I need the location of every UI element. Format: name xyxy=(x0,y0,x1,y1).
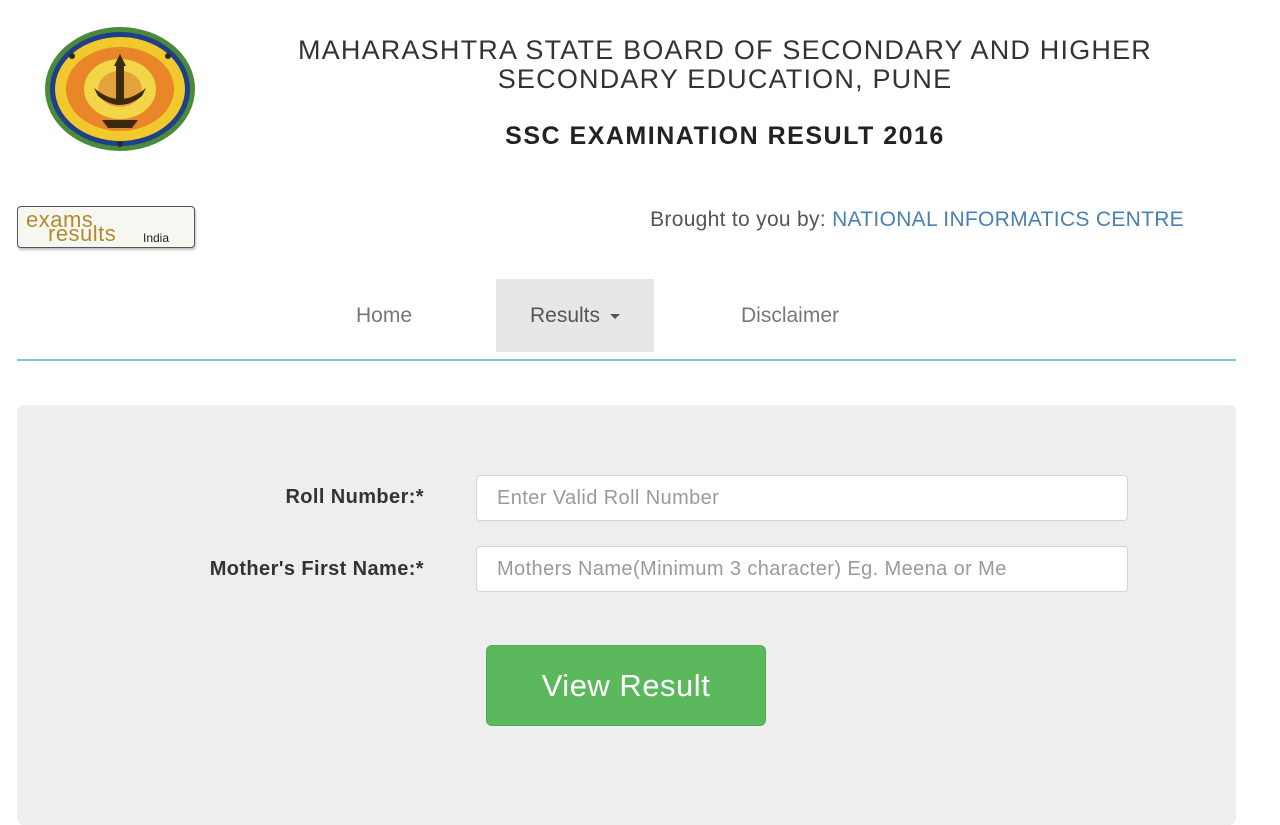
nav-results-dropdown[interactable]: Results xyxy=(496,279,654,352)
msbshse-emblem-icon xyxy=(44,26,198,156)
caret-down-icon xyxy=(610,313,621,319)
result-form-panel xyxy=(17,405,1236,825)
nav-home-label: Home xyxy=(355,304,413,327)
logo-word-results: results xyxy=(48,221,117,246)
logo-word-india: India xyxy=(143,231,170,245)
exam-title: SSC EXAMINATION RESULT 2016 xyxy=(505,122,945,150)
mother-name-label: Mother's First Name:* xyxy=(209,558,424,580)
credit-line: Brought to you by: NATIONAL INFORMATICS … xyxy=(420,208,1184,232)
nav-disclaimer-label: Disclaimer xyxy=(740,304,839,327)
view-result-button[interactable]: View Result xyxy=(486,645,766,726)
nav-disclaimer[interactable]: Disclaimer xyxy=(717,279,863,352)
nav-results-label: Results xyxy=(529,304,601,327)
nic-link[interactable]: NATIONAL INFORMATICS CENTRE xyxy=(832,208,1184,231)
roll-number-input[interactable] xyxy=(476,475,1128,521)
exams-results-india-logo: exams results India xyxy=(17,206,195,248)
main-nav: Home Results Disclaimer xyxy=(17,279,1236,361)
roll-number-label: Roll Number:* xyxy=(285,486,424,508)
nav-home[interactable]: Home xyxy=(327,279,441,352)
board-title: MAHARASHTRA STATE BOARD OF SECONDARY AND… xyxy=(297,35,1153,94)
mother-name-input[interactable] xyxy=(476,546,1128,592)
credit-prefix: Brought to you by: xyxy=(650,208,826,231)
